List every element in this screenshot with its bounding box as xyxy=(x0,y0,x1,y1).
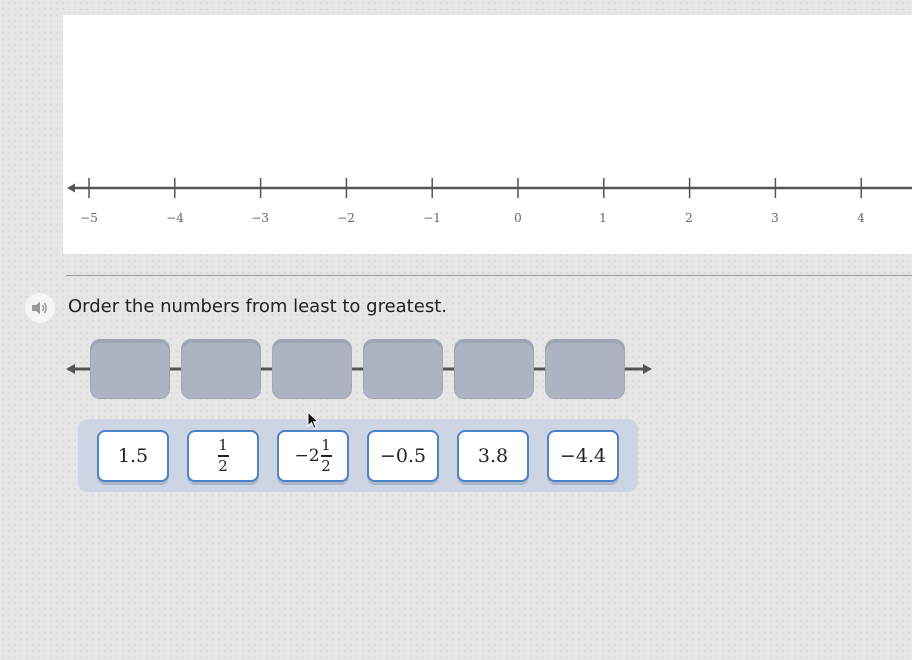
number-tile-3-8[interactable]: 3.8 xyxy=(457,430,529,482)
fraction-denominator: 2 xyxy=(321,456,331,475)
fraction: 1 2 xyxy=(320,436,332,475)
answer-slot-2[interactable] xyxy=(181,339,261,399)
question-prompt: Order the numbers from least to greatest… xyxy=(68,296,447,317)
tick-label: 2 xyxy=(685,211,693,225)
answer-slot-3[interactable] xyxy=(272,339,352,399)
answer-slot-5[interactable] xyxy=(454,339,534,399)
number-tile-one-half[interactable]: 1 2 xyxy=(187,430,259,482)
number-tile-neg-0-5[interactable]: −0.5 xyxy=(367,430,439,482)
section-divider xyxy=(66,275,912,276)
mouse-pointer-icon xyxy=(307,411,319,430)
tick-label: −4 xyxy=(166,211,184,225)
fraction: 1 2 xyxy=(217,436,229,475)
answer-slot-6[interactable] xyxy=(545,339,625,399)
tick-label: 1 xyxy=(599,211,607,225)
fraction-denominator: 2 xyxy=(218,456,228,475)
tick-label: −1 xyxy=(423,211,441,225)
number-tile-1-5[interactable]: 1.5 xyxy=(97,430,169,482)
fraction-numerator: 1 xyxy=(218,436,228,455)
tick-label: −2 xyxy=(337,211,355,225)
tile-value: 1.5 xyxy=(117,445,149,467)
read-aloud-button[interactable] xyxy=(25,293,55,323)
answer-line-left-arrow xyxy=(66,364,75,374)
fraction-numerator: 1 xyxy=(321,436,331,455)
answer-slot-4[interactable] xyxy=(363,339,443,399)
tick-label: −3 xyxy=(251,211,269,225)
tile-value: −0.5 xyxy=(379,445,427,467)
number-line-left-arrow xyxy=(67,183,75,193)
speaker-icon xyxy=(32,301,47,315)
number-tile-neg-two-and-one-half[interactable]: −2 1 2 xyxy=(277,430,349,482)
tick-label: 4 xyxy=(857,211,865,225)
number-line-tick-labels: −5 −4 −3 −2 −1 0 1 2 3 4 xyxy=(80,211,865,225)
mixed-number: −2 1 2 xyxy=(294,436,332,475)
tick-label: 0 xyxy=(514,211,522,225)
tick-label: 3 xyxy=(771,211,779,225)
mixed-number-whole: −2 xyxy=(294,446,320,466)
number-tile-neg-4-4[interactable]: −4.4 xyxy=(547,430,619,482)
tick-label: −5 xyxy=(80,211,98,225)
tile-value: 3.8 xyxy=(477,445,509,467)
answer-slot-1[interactable] xyxy=(90,339,170,399)
tile-value: −4.4 xyxy=(559,445,607,467)
number-line-panel: −5 −4 −3 −2 −1 0 1 2 3 4 xyxy=(63,15,912,254)
answer-line-right-arrow xyxy=(643,364,652,374)
number-line: −5 −4 −3 −2 −1 0 1 2 3 4 xyxy=(67,178,912,225)
